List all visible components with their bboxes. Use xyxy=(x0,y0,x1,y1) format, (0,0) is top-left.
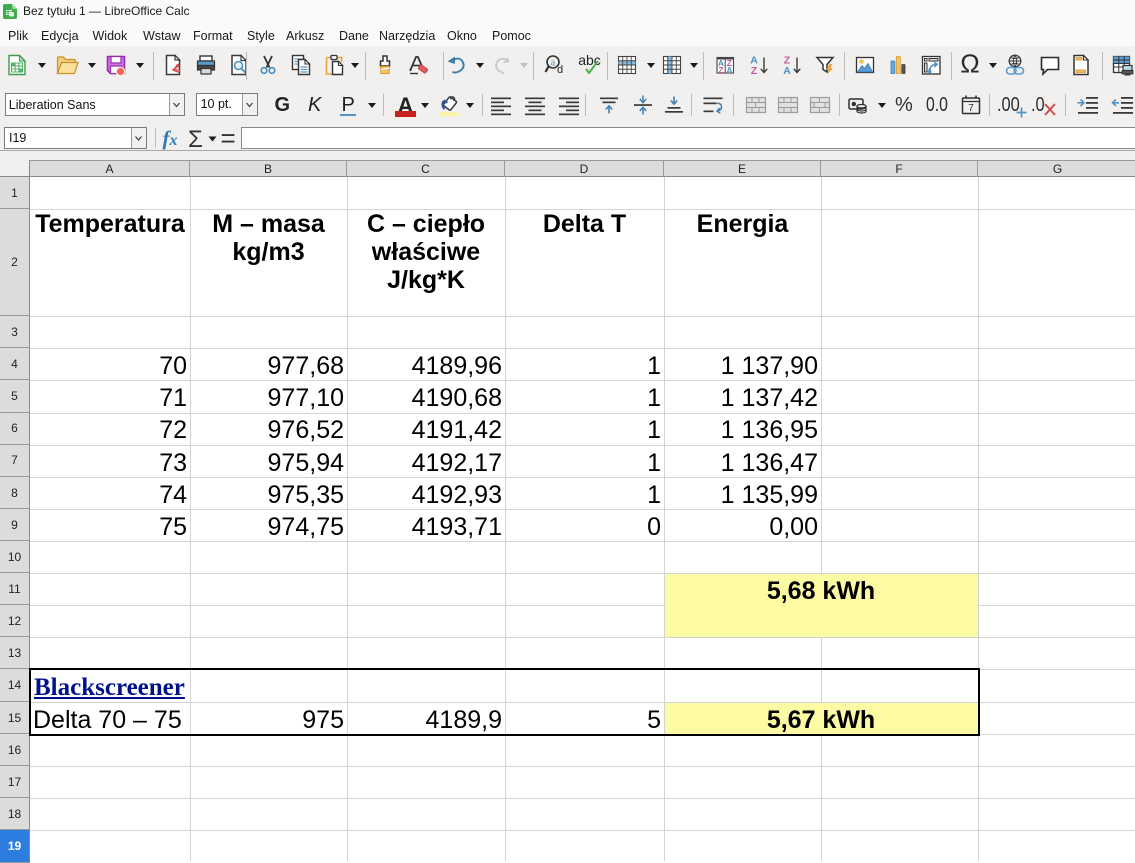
svg-text:Z: Z xyxy=(751,65,758,77)
svg-text:Z: Z xyxy=(718,65,723,75)
svg-text:a: a xyxy=(551,58,556,69)
svg-text:A: A xyxy=(726,65,732,75)
svg-text:7: 7 xyxy=(968,103,974,114)
svg-text:d: d xyxy=(557,64,563,76)
svg-text:abc: abc xyxy=(578,53,601,68)
svg-text:A: A xyxy=(783,65,791,77)
svg-text:Ω: Ω xyxy=(960,53,979,77)
